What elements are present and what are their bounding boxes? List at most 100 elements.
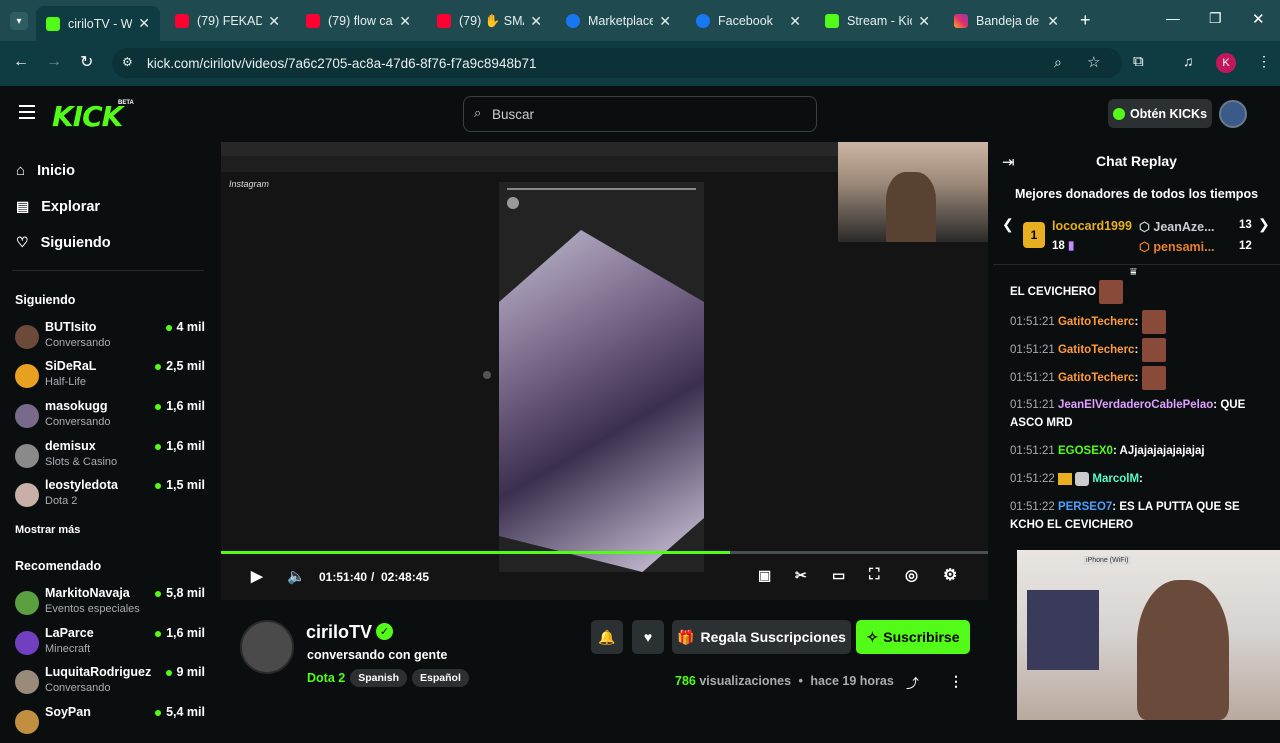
channel-item[interactable]: masokugg Conversando 1,6 mil [15, 399, 205, 437]
tab-0[interactable]: ciriloTV - Watch ✕ [36, 6, 160, 41]
channel-item[interactable]: SoyPan 5,4 mil [15, 705, 205, 743]
overlay-webcam: iPhone (WiFi) [1017, 550, 1280, 720]
forward-arrow-icon[interactable]: → [46, 53, 62, 71]
close-icon[interactable]: ✕ [530, 13, 542, 30]
chat-username[interactable]: PERSEO7 [1058, 501, 1112, 513]
close-icon[interactable]: ✕ [138, 15, 150, 32]
chat-username[interactable]: GatitoTecherc [1058, 344, 1134, 356]
back-arrow-icon[interactable]: ← [13, 53, 29, 71]
tab-5[interactable]: Facebook ✕ [686, 6, 811, 36]
home-icon: ⌂ [16, 162, 26, 179]
recommended-section-title: Recomendado [15, 559, 102, 573]
miniplayer-icon[interactable]: ▣ [758, 567, 771, 584]
extensions-icon[interactable]: ⧉ [1133, 53, 1144, 70]
kick-logo[interactable]: KICK [52, 100, 123, 133]
zoom-icon[interactable]: ⌕ [1054, 54, 1062, 71]
close-window-button[interactable]: ✕ [1252, 10, 1265, 28]
clip-icon[interactable]: ✂ [795, 567, 807, 584]
settings-gear-icon[interactable]: ⚙ [943, 565, 957, 585]
tag[interactable]: Spanish [350, 669, 408, 687]
sidebar-item-browse[interactable]: ▤ Explorar [16, 198, 100, 215]
channel-item[interactable]: BUTIsito Conversando 4 mil [15, 320, 205, 358]
gift-subs-button[interactable]: 🎁 Regala Suscripciones [672, 620, 851, 654]
url-bar[interactable]: ⚙ kick.com/cirilotv/videos/7a6c2705-ac8a… [112, 48, 1122, 78]
close-icon[interactable]: ✕ [1047, 13, 1059, 30]
channel-item[interactable]: SiDeRaL Half-Life 2,5 mil [15, 359, 205, 397]
follow-button[interactable]: ♥ [632, 620, 664, 654]
sidebar-item-following[interactable]: ♡ Siguiendo [16, 234, 111, 251]
reload-icon[interactable]: ↻ [80, 52, 93, 72]
hamburger-menu-icon[interactable] [19, 105, 35, 119]
sidebar-item-home[interactable]: ⌂ Inicio [16, 162, 75, 179]
play-icon[interactable]: ▶ [251, 567, 263, 585]
tab-6[interactable]: Stream - Kick ✕ [815, 6, 940, 36]
channel-item[interactable]: LuquitaRodriguez Conversando 9 mil [15, 665, 205, 703]
media-controls-icon[interactable]: ♫ [1183, 53, 1194, 69]
story-prev-dot [483, 371, 491, 379]
instagram-icon [954, 14, 968, 28]
donor-name[interactable]: ⬡ pensami... [1139, 239, 1215, 254]
donor-name[interactable]: ⬡ JeanAze... [1139, 219, 1215, 234]
chat-username[interactable]: JeanElVerdaderoCablePelao [1058, 399, 1213, 411]
tag[interactable]: Español [412, 669, 469, 687]
channel-name[interactable]: ciriloTV [306, 622, 372, 643]
maximize-button[interactable]: ❐ [1209, 10, 1222, 27]
chevron-right-icon[interactable]: ❯ [1258, 216, 1270, 233]
heart-icon: ♥ [643, 629, 653, 645]
tab-3[interactable]: (79) ✋ SMA ✕ [427, 6, 552, 36]
category-link[interactable]: Dota 2 [307, 671, 345, 685]
channel-item[interactable]: LaParce Minecraft 1,6 mil [15, 626, 205, 664]
close-icon[interactable]: ✕ [659, 13, 671, 30]
chat-username[interactable]: GatitoTecherc [1058, 316, 1134, 328]
chat-message: 01:51:21 JeanElVerdaderoCablePelao: QUE … [1010, 399, 1246, 429]
gift-icon: 🎁 [677, 628, 695, 645]
user-avatar[interactable] [1219, 100, 1247, 128]
channel-item[interactable]: leostyledota Dota 2 1,5 mil [15, 478, 205, 516]
share-icon[interactable]: ⤴ [906, 673, 919, 692]
chat-username[interactable]: MarcolM [1092, 473, 1139, 485]
chat-message: 01:51:22 MarcolM: [1010, 471, 1143, 486]
fullscreen-icon[interactable]: ⛶ [869, 566, 880, 583]
emote [1099, 280, 1124, 304]
speed-icon[interactable]: ◎ [905, 566, 918, 584]
notifications-button[interactable]: 🔔 [591, 620, 623, 654]
menu-dots-icon[interactable]: ⋮ [1257, 53, 1271, 70]
minimize-button[interactable]: — [1166, 10, 1180, 26]
chat-username[interactable]: EGOSEX0 [1058, 445, 1113, 457]
avatar [15, 710, 39, 734]
site-info-icon[interactable]: ⚙ [122, 55, 133, 69]
verified-icon: ✓ [376, 623, 393, 640]
more-options-icon[interactable]: ⋮ [949, 673, 963, 690]
bell-icon: 🔔 [598, 628, 616, 645]
filter-icon[interactable]: ⩸ [1130, 266, 1137, 279]
channel-item[interactable]: MarkitoNavaja Eventos especiales 5,8 mil [15, 586, 205, 624]
video-player[interactable]: Instagram ▶ 🔈 01:51:40 / 02:48:45 ▣ ✂ ▭ … [221, 142, 988, 600]
tab-4[interactable]: Marketplace ✕ [556, 6, 681, 36]
volume-icon[interactable]: 🔈 [287, 567, 306, 585]
tab-2[interactable]: (79) flow cab ✕ [296, 6, 421, 36]
tab-search-button[interactable]: ▾ [10, 12, 28, 30]
avatar [15, 325, 39, 349]
new-tab-button[interactable]: + [1080, 10, 1091, 31]
sidebar: ⌂ Inicio ▤ Explorar ♡ Siguiendo Siguiend… [0, 142, 216, 734]
get-kicks-button[interactable]: Obtén KICKs [1108, 99, 1212, 128]
chevron-left-icon[interactable]: ❮ [1002, 216, 1014, 233]
profile-avatar[interactable]: K [1216, 53, 1236, 73]
close-icon[interactable]: ✕ [789, 13, 801, 30]
tab-7[interactable]: Bandeja de e ✕ [944, 6, 1069, 36]
donor-name[interactable]: lococard1999 [1052, 219, 1132, 233]
chat-username[interactable]: GatitoTecherc [1058, 372, 1134, 384]
search-input[interactable]: ⌕ Buscar [463, 96, 817, 132]
channel-item[interactable]: demisux Slots & Casino 1,6 mil [15, 439, 205, 477]
facebook-icon [566, 14, 580, 28]
show-more-link[interactable]: Mostrar más [15, 524, 80, 536]
channel-avatar[interactable] [240, 620, 294, 674]
person-figure [1137, 580, 1229, 720]
tab-1[interactable]: (79) FEKADM ✕ [165, 6, 290, 36]
subscribe-button[interactable]: ✧ Suscribirse [856, 620, 970, 654]
close-icon[interactable]: ✕ [268, 13, 280, 30]
close-icon[interactable]: ✕ [399, 13, 411, 30]
theater-mode-icon[interactable]: ▭ [832, 567, 845, 584]
close-icon[interactable]: ✕ [918, 13, 930, 30]
bookmark-star-icon[interactable]: ☆ [1087, 53, 1100, 71]
